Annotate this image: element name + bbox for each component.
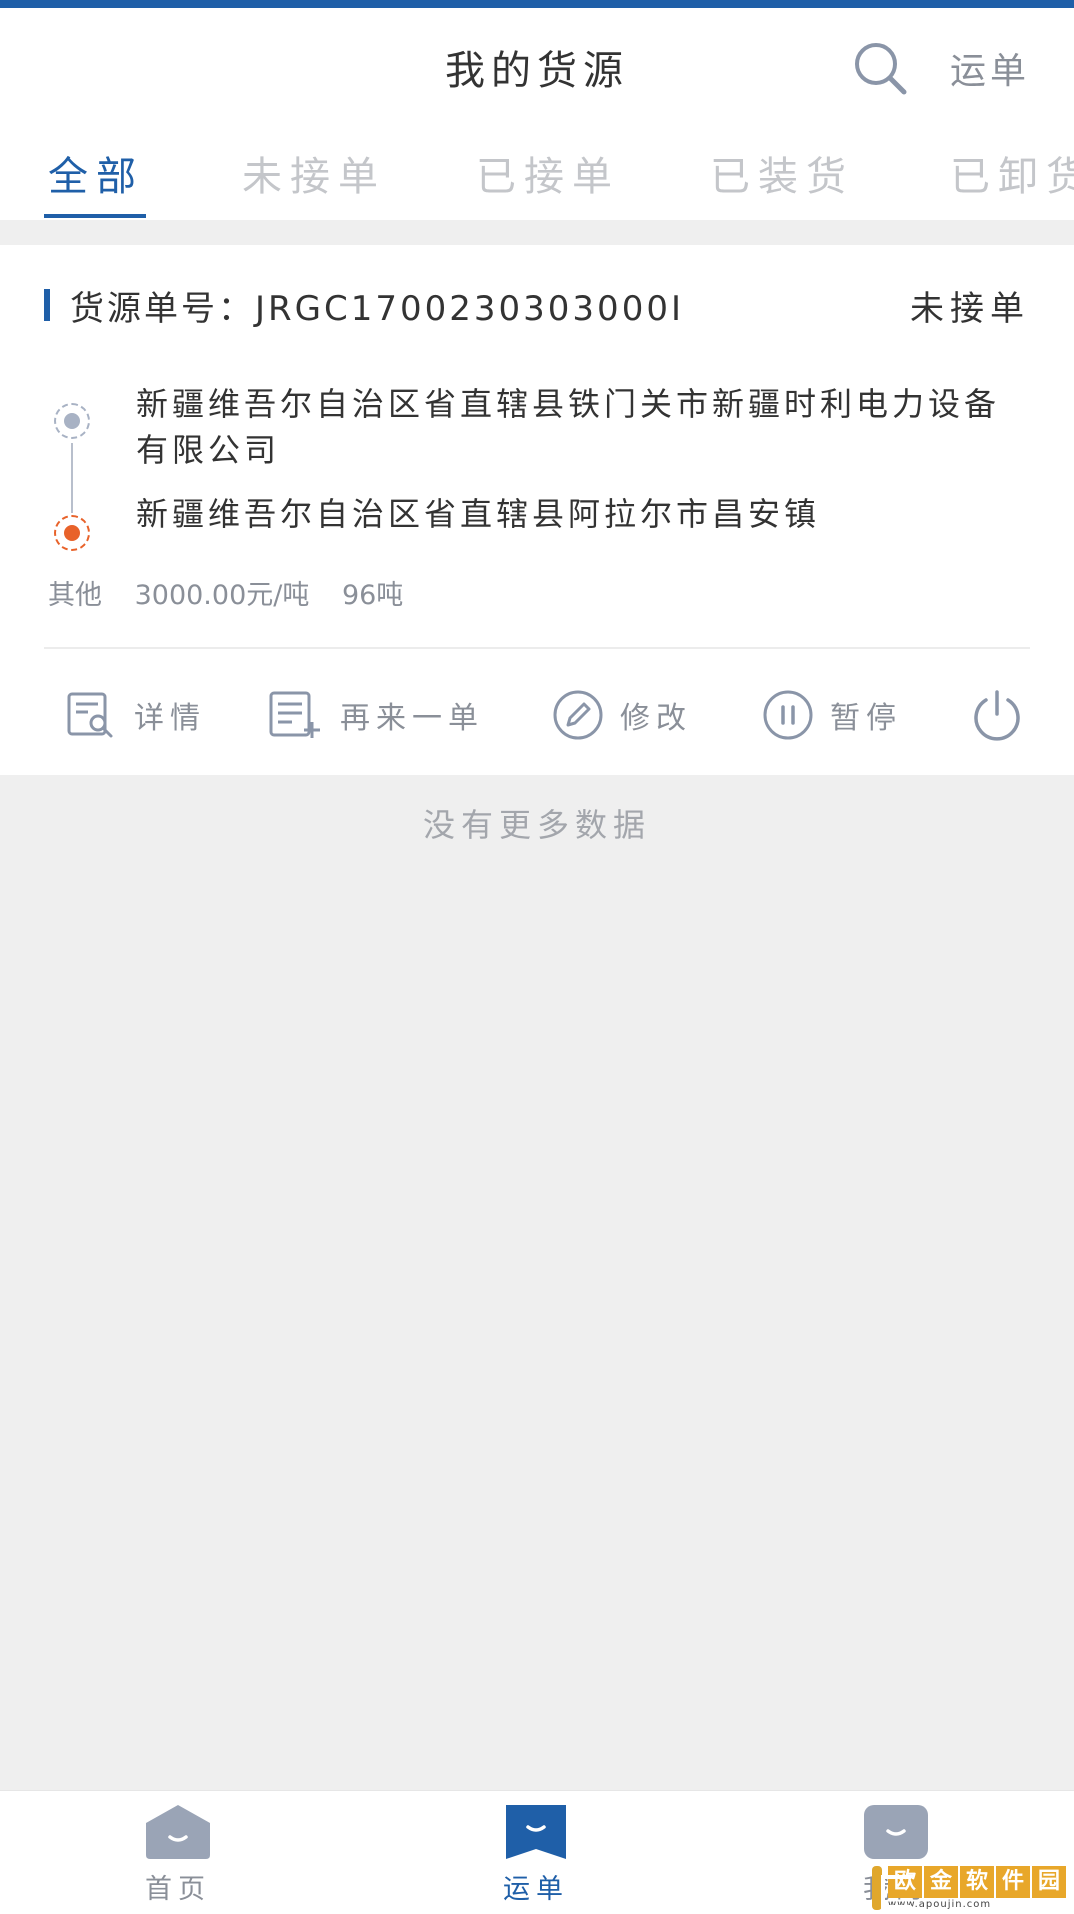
- add-order-icon: [269, 691, 320, 738]
- search-icon[interactable]: [850, 38, 910, 98]
- tab-unloaded[interactable]: 已卸货: [950, 144, 1074, 202]
- watermark-char: 软: [960, 1866, 994, 1898]
- title-accent-bar: [44, 289, 50, 321]
- route-connector: [71, 443, 73, 513]
- watermark-url: www.apoujin.com: [888, 1899, 992, 1910]
- tab-loaded[interactable]: 已装货: [710, 144, 854, 202]
- tab-all[interactable]: 全部: [48, 144, 144, 202]
- tab-not-accepted[interactable]: 未接单: [242, 144, 386, 202]
- origin-address: 新疆维吾尔自治区省直辖县铁门关市新疆时利电力设备有限公司: [136, 385, 1001, 469]
- reorder-label: 再来一单: [340, 701, 484, 736]
- detail-label: 详情: [134, 701, 206, 736]
- cargo-meta: 其他 3000.00元/吨 96吨: [48, 573, 427, 612]
- page-title: 我的货源: [445, 48, 629, 94]
- active-tab-indicator: [44, 214, 146, 218]
- power-icon: [974, 690, 1020, 741]
- watermark-title: 欧金软件园: [888, 1866, 1068, 1898]
- top-accent-bar: [0, 0, 1074, 8]
- nav-waybill[interactable]: 运单: [476, 1803, 596, 1911]
- divider: [44, 647, 1030, 649]
- cargo-order-number: 货源单号：JRGC1700230303000I: [70, 289, 684, 329]
- card-actions: 详情 再来一单 修改 暂停: [0, 675, 1074, 755]
- watermark: 欧金软件园 www.apoujin.com: [872, 1866, 1068, 1910]
- watermark-char: 园: [1032, 1866, 1066, 1898]
- cargo-card[interactable]: 货源单号：JRGC1700230303000I 未接单 新疆维吾尔自治区省直辖县…: [0, 245, 1074, 775]
- watermark-char: 金: [924, 1866, 958, 1898]
- pause-icon: [763, 690, 813, 740]
- edit-icon: [553, 690, 603, 740]
- detail-icon: [67, 692, 113, 738]
- close-button[interactable]: [970, 675, 1024, 755]
- edit-button[interactable]: 修改: [552, 675, 692, 755]
- no-more-data-text: 没有更多数据: [422, 806, 651, 844]
- header: 我的货源 运单: [0, 8, 1074, 122]
- pause-button[interactable]: 暂停: [762, 675, 902, 755]
- reorder-button[interactable]: 再来一单: [268, 675, 484, 755]
- edit-label: 修改: [620, 701, 692, 736]
- destination-address: 新疆维吾尔自治区省直辖县阿拉尔市昌安镇: [136, 495, 821, 533]
- waybill-icon: [506, 1805, 566, 1859]
- pause-label: 暂停: [830, 701, 902, 736]
- nav-home[interactable]: 首页: [118, 1803, 238, 1911]
- nav-home-label: 首页: [145, 1874, 211, 1905]
- cargo-price: 3000.00元/吨: [134, 580, 310, 611]
- cargo-weight: 96吨: [341, 580, 404, 611]
- status-tabs: 全部 未接单 已接单 已装货 已卸货: [0, 122, 1074, 220]
- profile-icon: [864, 1805, 928, 1859]
- tab-accepted[interactable]: 已接单: [476, 144, 620, 202]
- detail-button[interactable]: 详情: [66, 675, 206, 755]
- status-badge: 未接单: [910, 289, 1030, 329]
- watermark-logo-icon: [872, 1866, 915, 1910]
- destination-dot-icon: [54, 515, 90, 551]
- watermark-char: 件: [996, 1866, 1030, 1898]
- waybill-button[interactable]: 运单: [950, 42, 1030, 94]
- origin-dot-icon: [54, 403, 90, 439]
- nav-waybill-label: 运单: [503, 1874, 569, 1905]
- home-icon: [146, 1805, 210, 1859]
- cargo-type: 其他: [48, 580, 102, 611]
